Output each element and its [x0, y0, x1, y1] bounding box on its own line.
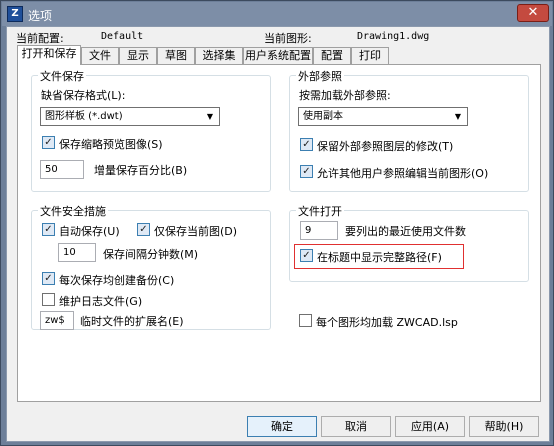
tab-user-preferences[interactable]: 用户系统配置 [243, 47, 313, 64]
recent-files-input[interactable]: 9 [300, 221, 338, 240]
help-button[interactable]: 帮助(H) [469, 416, 539, 437]
dialog-body: 当前配置: Default 当前图形: Drawing1.dwg 打开和保存 文… [6, 26, 550, 442]
retain-xref-changes-checkbox[interactable]: ✓ [300, 138, 313, 151]
ok-button[interactable]: 确定 [247, 416, 317, 437]
load-lsp-checkbox[interactable] [299, 314, 312, 327]
auto-save-label: 自动保存(U) [59, 225, 120, 238]
save-thumbnail-checkbox[interactable]: ✓ [42, 136, 55, 149]
temp-ext-input[interactable]: zw$ [40, 311, 74, 330]
allow-xref-edit-label: 允许其他用户参照编辑当前图形(O) [317, 167, 489, 180]
default-format-label: 缺省保存格式(L): [41, 89, 126, 102]
close-button[interactable]: ✕ [517, 4, 549, 22]
chevron-down-icon: ▼ [454, 112, 462, 121]
apply-button[interactable]: 应用(A) [395, 416, 465, 437]
file-save-group: 文件保存 缺省保存格式(L): 图形样板 (*.dwt) ▼ ✓ 保存缩略预览图… [31, 68, 271, 192]
file-open-group: 文件打开 9 要列出的最近使用文件数 ✓ 在标题中显示完整路径(F) [289, 203, 529, 282]
maintain-log-label: 维护日志文件(G) [59, 295, 143, 308]
save-format-select[interactable]: 图形样板 (*.dwt) ▼ [40, 107, 220, 126]
file-safety-title: 文件安全措施 [38, 203, 108, 219]
create-backup-label: 每次保存均创建备份(C) [59, 274, 175, 287]
auto-save-checkbox[interactable]: ✓ [42, 223, 55, 236]
save-thumbnail-label: 保存缩略预览图像(S) [59, 138, 163, 151]
title-bar[interactable]: Z 选项 ✕ [2, 2, 552, 26]
file-safety-group: 文件安全措施 ✓ 自动保存(U) ✓ 仅保存当前图(D) 10 保存间隔分钟数(… [31, 203, 271, 330]
options-dialog: Z 选项 ✕ 当前配置: Default 当前图形: Drawing1.dwg … [0, 0, 554, 446]
demand-load-label: 按需加载外部参照: [299, 89, 391, 102]
show-full-path-label: 在标题中显示完整路径(F) [317, 251, 442, 264]
save-format-value: 图形样板 (*.dwt) [45, 111, 123, 122]
create-backup-checkbox[interactable]: ✓ [42, 272, 55, 285]
open-save-panel: 文件保存 缺省保存格式(L): 图形样板 (*.dwt) ▼ ✓ 保存缩略预览图… [17, 64, 541, 402]
demand-load-select[interactable]: 使用副本 ▼ [298, 107, 468, 126]
chevron-down-icon: ▼ [206, 112, 214, 121]
current-drawing-value: Drawing1.dwg [357, 31, 430, 42]
retain-xref-changes-label: 保留外部参照图层的修改(T) [317, 140, 454, 153]
current-drawing-label: 当前图形: [264, 32, 312, 45]
demand-load-value: 使用副本 [303, 111, 343, 122]
load-lsp-label: 每个图形均加载 ZWCAD.lsp [316, 316, 458, 329]
save-interval-label: 保存间隔分钟数(M) [103, 248, 199, 261]
file-open-title: 文件打开 [296, 203, 344, 219]
temp-ext-label: 临时文件的扩展名(E) [80, 315, 184, 328]
window-title: 选项 [28, 9, 53, 23]
allow-xref-edit-checkbox[interactable]: ✓ [300, 165, 313, 178]
tab-files[interactable]: 文件 [81, 47, 119, 64]
xref-title: 外部参照 [296, 68, 344, 84]
current-config-value: Default [101, 31, 144, 42]
close-icon: ✕ [527, 5, 539, 20]
tab-selection[interactable]: 选择集 [195, 47, 243, 64]
tab-display[interactable]: 显示 [119, 47, 157, 64]
tab-plot[interactable]: 打印 [351, 47, 389, 64]
save-current-only-checkbox[interactable]: ✓ [137, 223, 150, 236]
show-full-path-checkbox[interactable]: ✓ [300, 249, 313, 262]
incremental-save-input[interactable]: 50 [40, 160, 84, 179]
tab-drafting[interactable]: 草图 [157, 47, 195, 64]
current-config-label: 当前配置: [16, 32, 64, 45]
file-save-title: 文件保存 [38, 68, 86, 84]
cancel-button[interactable]: 取消 [321, 416, 391, 437]
tab-open-save[interactable]: 打开和保存 [17, 45, 81, 65]
incremental-save-label: 增量保存百分比(B) [94, 164, 188, 177]
save-interval-input[interactable]: 10 [58, 243, 96, 262]
maintain-log-checkbox[interactable] [42, 293, 55, 306]
app-icon: Z [7, 6, 23, 22]
recent-files-label: 要列出的最近使用文件数 [345, 225, 466, 238]
tab-profiles[interactable]: 配置 [313, 47, 351, 64]
xref-group: 外部参照 按需加载外部参照: 使用副本 ▼ ✓ 保留外部参照图层的修改(T) ✓… [289, 68, 529, 192]
save-current-only-label: 仅保存当前图(D) [154, 225, 238, 238]
